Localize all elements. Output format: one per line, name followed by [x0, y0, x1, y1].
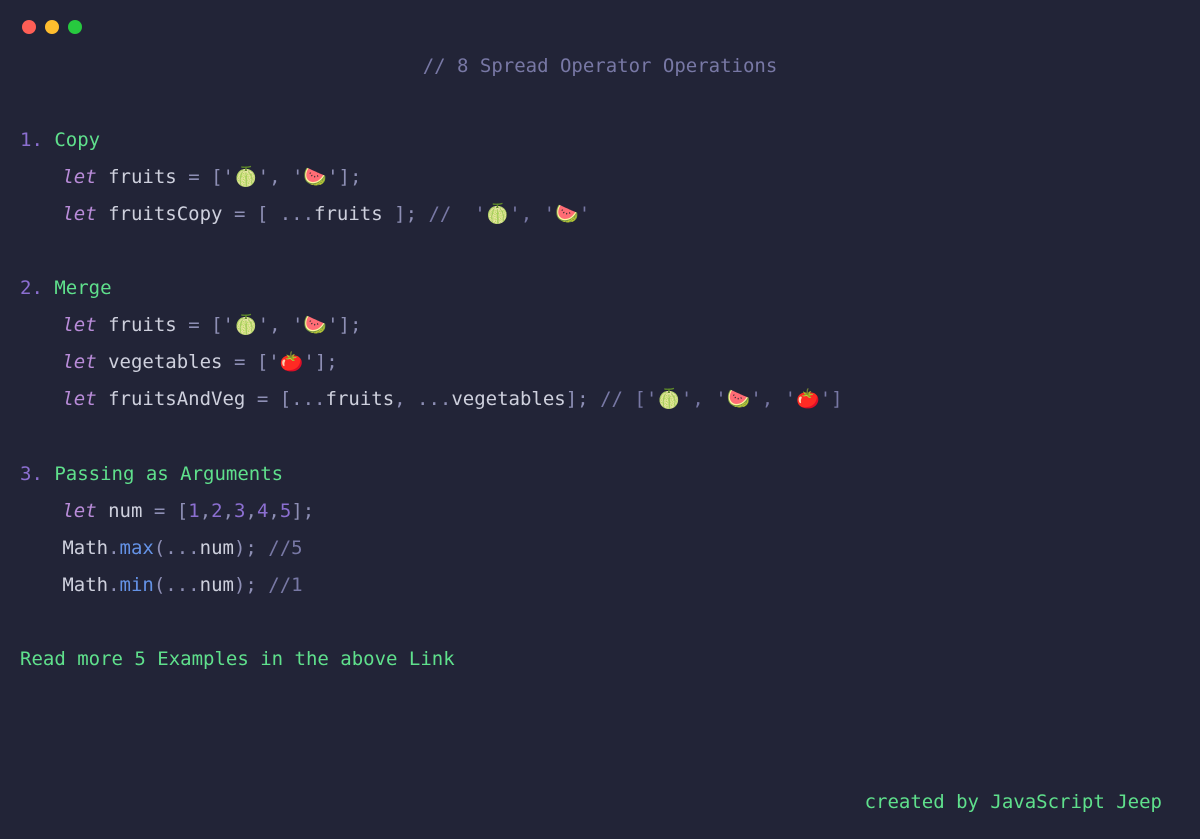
credit-text: created by JavaScript Jeep: [865, 784, 1162, 821]
title-comment: // 8 Spread Operator Operations: [20, 48, 1180, 85]
blank-line: [20, 604, 1180, 641]
section-1-heading: 1. Copy: [20, 122, 1180, 159]
blank-line: [20, 418, 1180, 455]
blank-line: [20, 85, 1180, 122]
section-3-heading: 3. Passing as Arguments: [20, 456, 1180, 493]
zoom-dot-icon[interactable]: [68, 20, 82, 34]
code-line: let vegetables = ['🍅'];: [20, 344, 1180, 381]
code-line: let fruitsAndVeg = [...fruits, ...vegeta…: [20, 381, 1180, 418]
close-dot-icon[interactable]: [22, 20, 36, 34]
code-line: let fruitsCopy = [ ...fruits ]; // '🍈', …: [20, 196, 1180, 233]
code-line: Math.max(...num); //5: [20, 530, 1180, 567]
blank-line: [20, 233, 1180, 270]
window-titlebar: [0, 0, 1200, 42]
code-line: Math.min(...num); //1: [20, 567, 1180, 604]
code-line: let fruits = ['🍈', '🍉'];: [20, 159, 1180, 196]
code-line: let fruits = ['🍈', '🍉'];: [20, 307, 1180, 344]
section-2-heading: 2. Merge: [20, 270, 1180, 307]
minimize-dot-icon[interactable]: [45, 20, 59, 34]
code-area: // 8 Spread Operator Operations 1. Copy …: [0, 42, 1200, 678]
footer-text: Read more 5 Examples in the above Link: [20, 641, 1180, 678]
code-line: let num = [1,2,3,4,5];: [20, 493, 1180, 530]
